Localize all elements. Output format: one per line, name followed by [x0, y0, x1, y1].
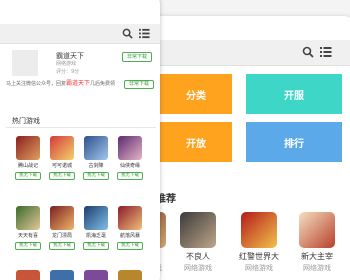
game-download-button[interactable]: 我无下载 — [15, 172, 41, 180]
recommend-name: 新大主宰 — [301, 252, 333, 261]
recommend-item[interactable]: 新大主宰 网络游戏 — [292, 212, 342, 273]
game-download-button[interactable]: 我无下载 — [49, 242, 75, 250]
game-icon — [118, 206, 142, 230]
download-button[interactable]: 非常下载 — [122, 52, 152, 62]
list-icon[interactable] — [139, 28, 150, 39]
promo-highlight: 霸道天下 — [66, 80, 91, 87]
promo-suffix: 几后免费领 — [90, 81, 116, 87]
recommend-item[interactable]: 红警世界大 网络游戏 — [232, 212, 286, 273]
game-icon — [84, 206, 108, 230]
game-icon — [241, 212, 277, 248]
promo-prefix: 马上关注微信公众号，回复 — [6, 81, 67, 87]
game-name: 龙门漂局 — [51, 233, 72, 239]
back-phone-screen: 分类 开服 开放 排行 推荐 云长 网络游戏 不良人 网络游戏 红警世界大 网络… — [132, 16, 350, 280]
game-icon — [299, 212, 335, 248]
tile-open-server[interactable]: 开服 — [246, 74, 342, 114]
game-icon — [50, 206, 74, 230]
tile-open[interactable]: 开放 — [160, 122, 232, 162]
recommend-type: 网络游戏 — [303, 264, 331, 272]
game-name: 仙侠奇缘 — [119, 163, 140, 169]
search-icon[interactable] — [122, 28, 133, 39]
app-type: 网络游戏 — [56, 61, 77, 67]
game-icon — [118, 136, 142, 160]
game-name: 腾山战记 — [17, 163, 38, 169]
app-rating: 评分：9分 — [56, 69, 80, 75]
divider — [6, 127, 156, 128]
game-icon — [180, 212, 216, 248]
game-icon — [50, 136, 74, 160]
game-name: 可可诺城 — [51, 163, 72, 169]
game-item[interactable]: 可可诺城 我无下载 — [48, 136, 76, 180]
game-download-button[interactable]: 我无下载 — [83, 242, 109, 250]
game-item[interactable]: 腾山战记 我无下载 — [14, 136, 42, 180]
list-icon[interactable] — [320, 46, 332, 58]
tile-ranking[interactable]: 排行 — [246, 122, 342, 162]
promo-download-button[interactable]: 非常下载 — [124, 80, 154, 89]
tile-category[interactable]: 分类 — [160, 74, 232, 114]
game-name: 古剑降 — [88, 163, 104, 169]
game-icon — [16, 136, 40, 160]
game-icon — [16, 270, 40, 280]
game-download-button[interactable]: 我无下载 — [15, 242, 41, 250]
game-item[interactable]: 龙门漂局 我无下载 — [48, 206, 76, 250]
app-thumbnail — [12, 50, 38, 76]
game-item[interactable]: 古剑降 我无下载 — [82, 136, 110, 180]
game-item[interactable]: 天天有喜 我无下载 — [14, 206, 42, 250]
game-icon — [118, 270, 142, 280]
recommend-name: 不良人 — [186, 252, 210, 261]
recommend-type: 网络游戏 — [184, 264, 212, 272]
game-name: 天天有喜 — [17, 233, 38, 239]
game-icon — [16, 206, 40, 230]
front-app-header — [0, 24, 160, 44]
search-icon[interactable] — [302, 46, 314, 58]
recommend-name: 红警世界大 — [239, 252, 279, 261]
game-name: 航落风暴 — [119, 233, 140, 239]
screenshot-stage: 分类 开服 开放 排行 推荐 云长 网络游戏 不良人 网络游戏 红警世界大 网络… — [0, 0, 350, 280]
recommend-type: 网络游戏 — [245, 264, 273, 272]
game-icon — [84, 270, 108, 280]
game-download-button[interactable]: 我无下载 — [83, 172, 109, 180]
game-name: 凯海乏毫 — [85, 233, 106, 239]
game-item[interactable]: 凯海乏毫 我无下载 — [82, 206, 110, 250]
game-download-button[interactable]: 我无下载 — [117, 242, 143, 250]
game-item[interactable]: 航落风暴 我无下载 — [116, 206, 144, 250]
hot-games-title: 热门游戏 — [12, 117, 40, 125]
game-icon — [50, 270, 74, 280]
game-download-button[interactable]: 我无下载 — [117, 172, 143, 180]
front-phone-screen: 霸道天下 网络游戏 评分：9分 非常下载 马上关注微信公众号，回复霸道天下几后免… — [0, 0, 160, 280]
back-app-header — [132, 40, 350, 66]
game-icon — [84, 136, 108, 160]
game-item[interactable]: 仙侠奇缘 我无下载 — [116, 136, 144, 180]
recommend-item[interactable]: 不良人 网络游戏 — [176, 212, 220, 273]
game-download-button[interactable]: 我无下载 — [49, 172, 75, 180]
